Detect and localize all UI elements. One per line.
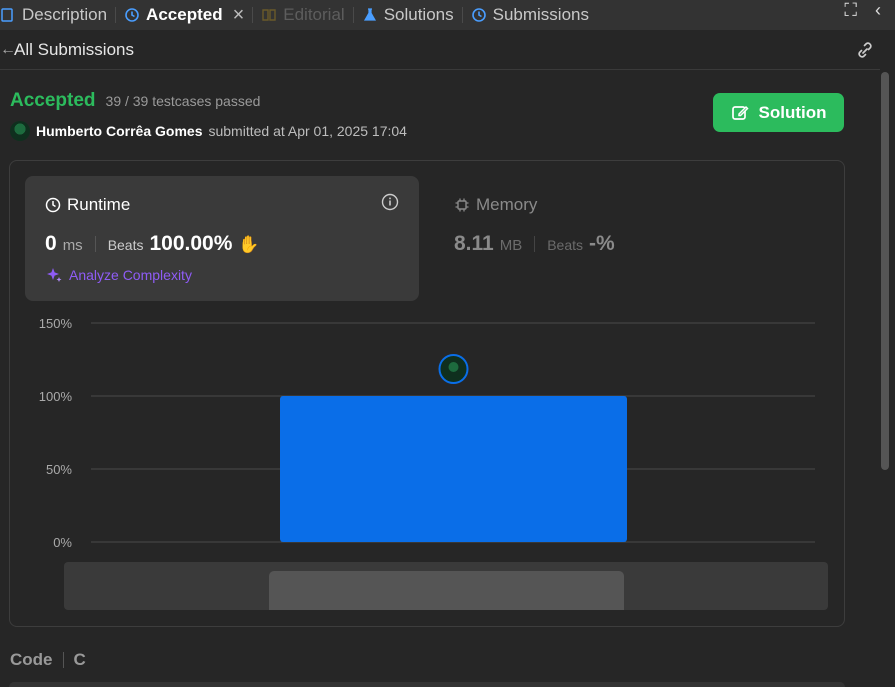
code-header: Code C xyxy=(10,650,86,670)
memory-card[interactable]: Memory 8.11 MB Beats -% xyxy=(434,176,828,301)
author-name[interactable]: Humberto Corrêa Gomes xyxy=(36,123,202,139)
close-icon[interactable]: × xyxy=(233,5,245,25)
tab-description[interactable]: Description xyxy=(0,5,115,25)
memory-title: Memory xyxy=(476,195,538,214)
tab-actions: ⛶ ‹ xyxy=(844,0,881,20)
history-icon xyxy=(471,8,486,22)
runtime-title: Runtime xyxy=(67,195,131,214)
description-icon xyxy=(1,8,13,22)
memory-header: Memory xyxy=(454,195,537,215)
memory-beats-label: Beats xyxy=(547,237,584,253)
analyze-complexity-label: Analyze Complexity xyxy=(69,267,192,283)
memory-metric: 8.11 MB Beats -% xyxy=(454,232,615,256)
flask-icon xyxy=(363,8,376,21)
avatar[interactable] xyxy=(10,121,30,141)
edit-icon xyxy=(731,105,749,120)
tab-editorial-label: Editorial xyxy=(283,5,345,24)
all-submissions-link[interactable]: All Submissions xyxy=(14,40,134,60)
user-marker-avatar[interactable] xyxy=(438,354,469,384)
chart-scroll-thumb[interactable] xyxy=(269,571,624,610)
clap-icon: ✋ xyxy=(238,235,260,254)
submitter-info: Humberto Corrêa Gomes submitted at Apr 0… xyxy=(10,121,407,141)
status-badge: Accepted xyxy=(10,90,96,111)
memory-beats-value: -% xyxy=(589,232,615,255)
tab-bar: Description Accepted × Editorial Solutio… xyxy=(0,0,895,30)
y-tick-label: 0% xyxy=(53,535,72,550)
submitted-time: submitted at Apr 01, 2025 17:04 xyxy=(208,123,407,139)
memory-value: 8.11 xyxy=(454,232,494,255)
runtime-value: 0 xyxy=(45,232,57,255)
code-title: Code xyxy=(10,650,53,669)
code-language: C xyxy=(73,650,86,669)
runtime-beats-label: Beats xyxy=(107,237,144,253)
book-icon xyxy=(262,9,276,21)
code-block xyxy=(9,682,845,687)
submission-status: Accepted 39 / 39 testcases passed xyxy=(10,90,260,112)
divider xyxy=(94,236,96,252)
clock-icon xyxy=(45,197,61,213)
y-tick-label: 150% xyxy=(39,316,73,331)
analyze-complexity-button[interactable]: Analyze Complexity xyxy=(45,266,192,284)
tab-solutions-label: Solutions xyxy=(383,5,454,24)
tab-description-label: Description xyxy=(22,5,108,24)
y-tick-label: 100% xyxy=(39,389,73,404)
tab-accepted[interactable]: Accepted × xyxy=(116,5,252,25)
tab-editorial[interactable]: Editorial xyxy=(253,5,352,25)
testcases-count: 39 / 39 testcases passed xyxy=(105,93,261,109)
runtime-metric: 0 ms Beats 100.00% ✋ xyxy=(45,232,260,256)
tab-accepted-label: Accepted xyxy=(146,5,223,24)
divider xyxy=(62,652,64,668)
tab-solutions[interactable]: Solutions xyxy=(354,5,462,25)
submission-header: ← All Submissions xyxy=(0,30,880,70)
tab-submissions-label: Submissions xyxy=(492,5,589,24)
history-icon xyxy=(125,8,139,22)
solution-button[interactable]: Solution xyxy=(713,93,844,132)
solution-button-label: Solution xyxy=(758,102,827,122)
info-icon[interactable] xyxy=(381,193,399,211)
runtime-unit: ms xyxy=(62,237,83,254)
divider xyxy=(534,236,536,252)
runtime-beats-value: 100.00% xyxy=(149,232,233,255)
back-arrow-icon[interactable]: ← xyxy=(0,41,16,59)
fullscreen-icon[interactable]: ⛶ xyxy=(844,0,857,21)
runtime-distribution-chart: 0% 50% 100% 150% xyxy=(39,316,815,550)
memory-unit: MB xyxy=(499,237,523,254)
link-icon[interactable] xyxy=(854,40,876,60)
sparkle-icon xyxy=(47,268,62,282)
runtime-header: Runtime xyxy=(45,195,130,215)
y-tick-label: 50% xyxy=(46,462,72,477)
tab-submissions[interactable]: Submissions xyxy=(463,5,597,25)
chevron-left-icon[interactable]: ‹ xyxy=(875,0,881,21)
runtime-card[interactable]: Runtime 0 ms Beats 100.00% ✋ Analyze Com… xyxy=(25,176,419,301)
chart-bar[interactable] xyxy=(280,396,627,542)
vertical-scrollbar[interactable] xyxy=(881,72,889,470)
chip-icon xyxy=(455,198,469,212)
